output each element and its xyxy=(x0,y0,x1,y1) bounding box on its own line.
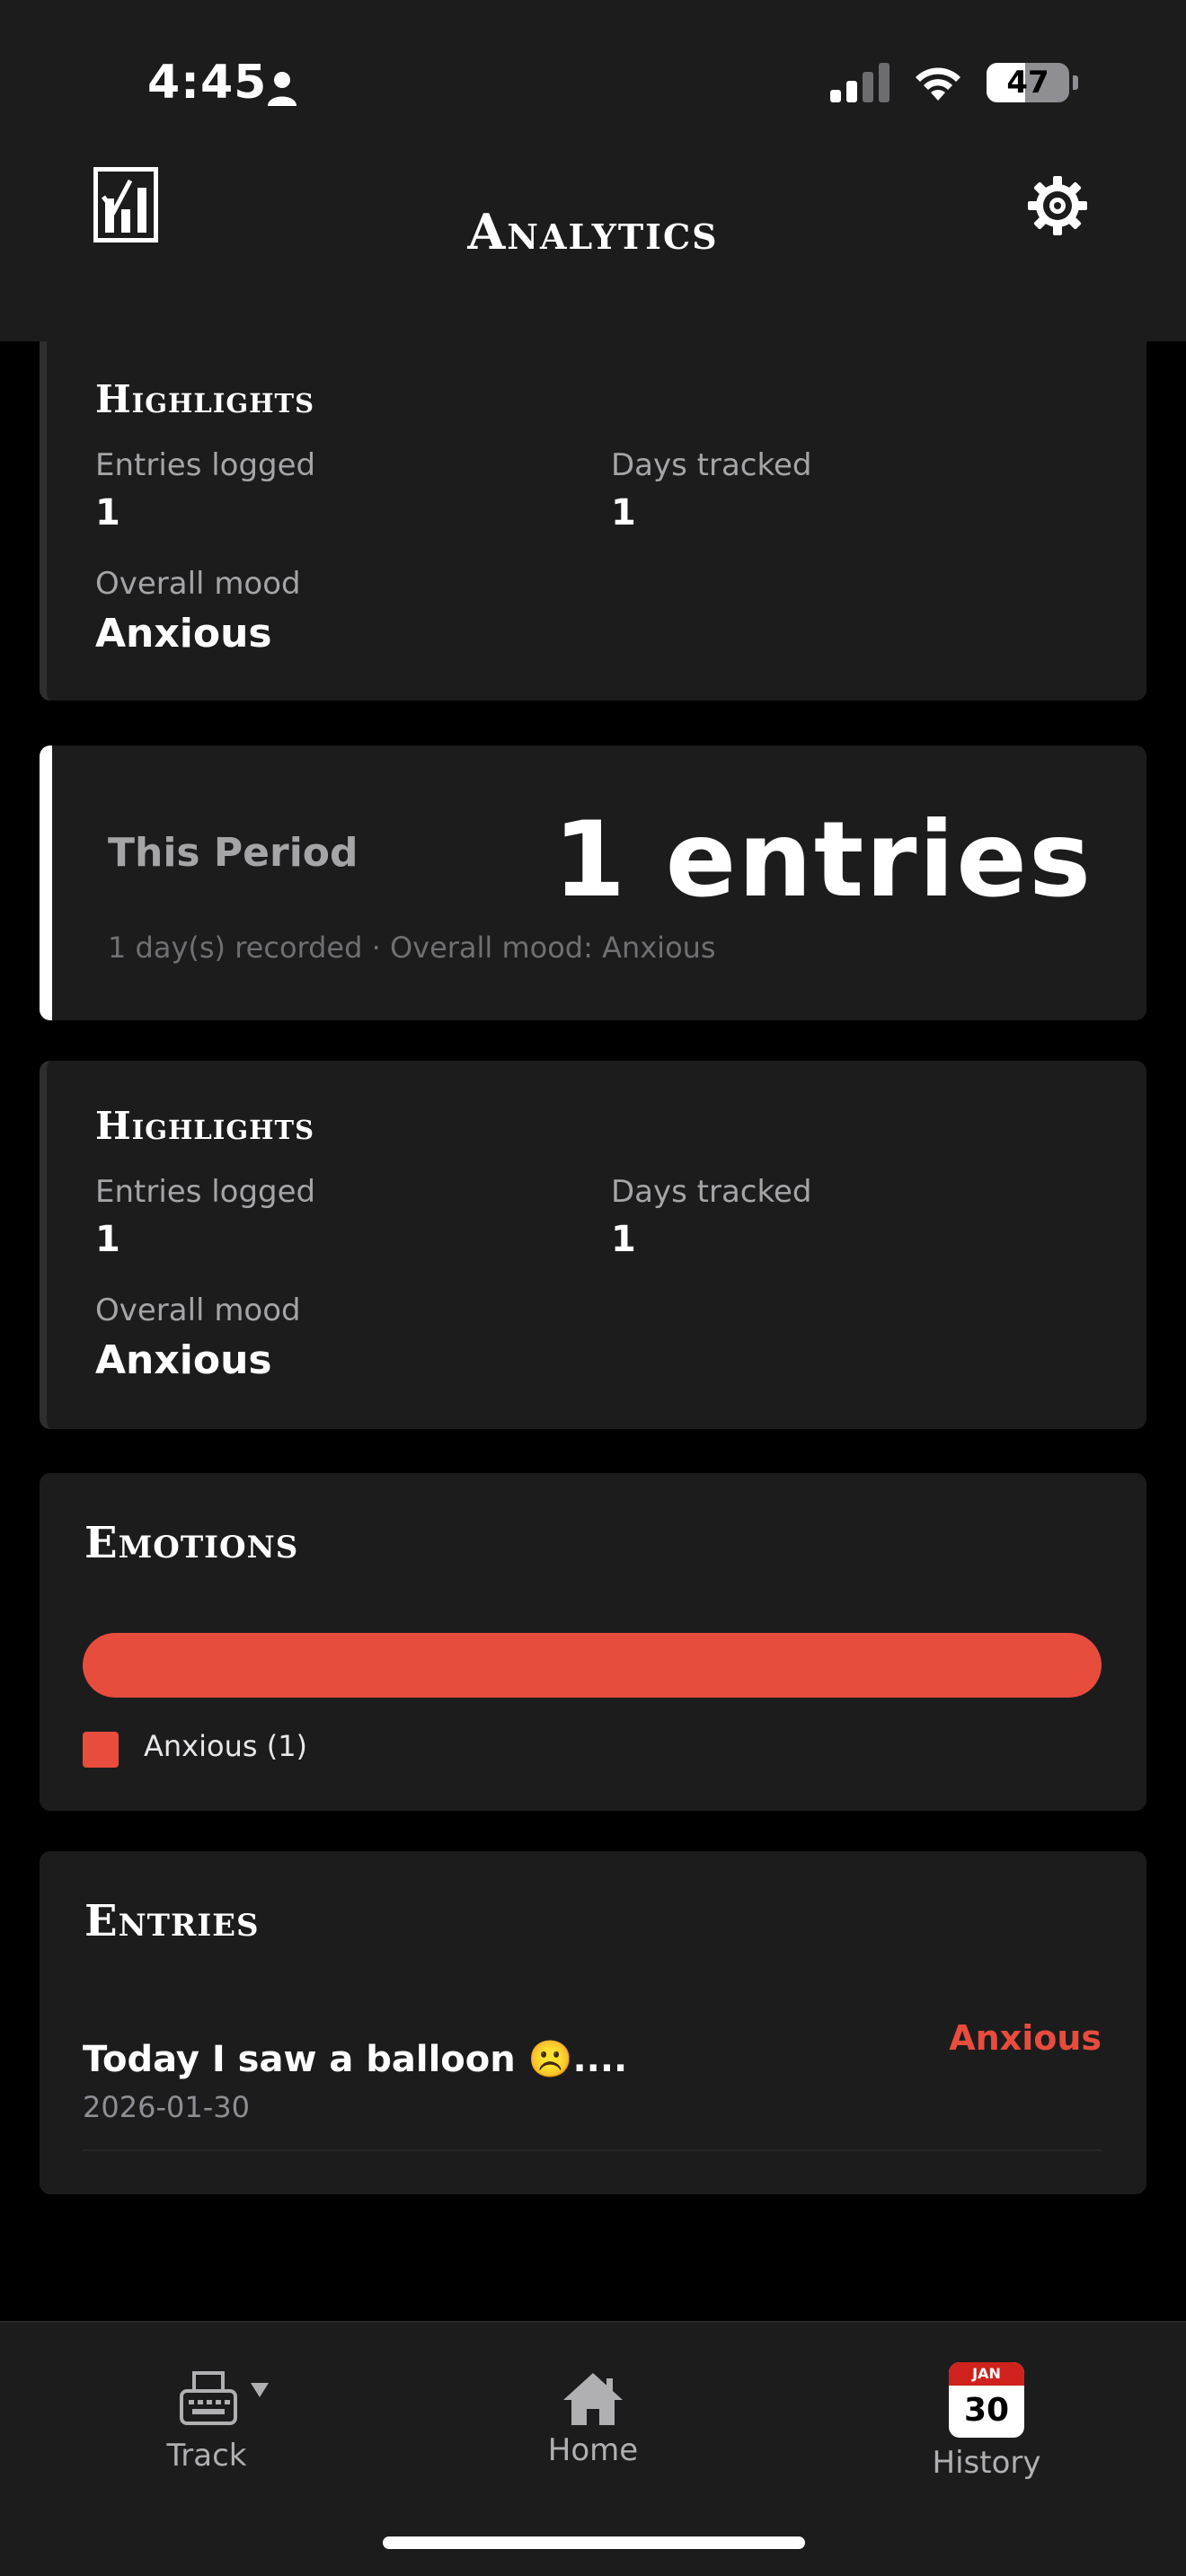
days-tracked-value: 1 xyxy=(611,492,636,534)
overall-mood-value: Anxious xyxy=(95,611,272,657)
entries-logged-value: 1 xyxy=(95,492,120,534)
overall-mood-value: Anxious xyxy=(95,1337,272,1383)
emotion-bar-anxious[interactable] xyxy=(83,1633,1102,1698)
days-tracked-label: Days tracked xyxy=(611,447,812,483)
page-title: Analytics xyxy=(467,203,719,260)
calendar-month: JAN xyxy=(949,2362,1024,2386)
entry-title: Today I saw a balloon ☹️.... xyxy=(83,2039,628,2080)
highlights-title: Highlights xyxy=(95,377,315,421)
overall-mood-label: Overall mood xyxy=(95,1292,301,1328)
highlights-card-top: Highlights Entries logged 1 Days tracked… xyxy=(40,305,1146,701)
battery-icon: 47 xyxy=(987,63,1069,102)
top-bar: 4:45 47 Analytics xyxy=(0,0,1186,341)
entries-card: Entries Today I saw a balloon ☹️.... 202… xyxy=(40,1851,1146,2194)
legend-swatch-anxious xyxy=(83,1732,119,1768)
legend-label-anxious: Anxious (1) xyxy=(144,1729,308,1763)
battery-cap xyxy=(1073,75,1078,90)
wifi-icon xyxy=(916,67,960,101)
status-indicators: 47 xyxy=(830,63,1078,102)
entries-logged-label: Entries logged xyxy=(95,1174,316,1210)
overall-mood-label: Overall mood xyxy=(95,566,301,602)
entry-mood: Anxious xyxy=(949,2018,1102,2058)
period-label: This Period xyxy=(108,830,358,876)
gear-icon[interactable] xyxy=(1024,172,1091,239)
tab-history[interactable]: JAN 30 History xyxy=(915,2362,1058,2481)
chevron-down-icon[interactable] xyxy=(250,2382,270,2398)
days-tracked-value: 1 xyxy=(611,1219,636,1260)
person-icon xyxy=(268,72,296,106)
entries-logged-label: Entries logged xyxy=(95,447,316,483)
days-tracked-label: Days tracked xyxy=(611,1174,812,1210)
tab-history-label: History xyxy=(932,2445,1041,2481)
typewriter-icon xyxy=(180,2371,237,2425)
period-card: This Period 1 entries 1 day(s) recorded … xyxy=(40,745,1146,1020)
period-subtitle: 1 day(s) recorded · Overall mood: Anxiou… xyxy=(108,931,716,965)
emotions-card: Emotions Anxious (1) xyxy=(40,1473,1146,1811)
entries-logged-value: 1 xyxy=(95,1219,120,1260)
battery-level: 47 xyxy=(1006,65,1049,101)
home-icon xyxy=(563,2373,623,2425)
calendar-icon: JAN 30 xyxy=(949,2362,1024,2438)
status-time: 4:45 xyxy=(147,56,268,110)
home-indicator[interactable] xyxy=(383,2536,805,2549)
period-entry-count: 1 entries xyxy=(553,799,1093,921)
tab-home-label: Home xyxy=(547,2432,639,2468)
entry-date: 2026-01-30 xyxy=(83,2090,250,2124)
highlights-card: Highlights Entries logged 1 Days tracked… xyxy=(40,1061,1146,1429)
emotions-title: Emotions xyxy=(84,1518,299,1568)
entry-divider xyxy=(83,2149,1102,2151)
entries-title: Entries xyxy=(84,1896,260,1946)
calendar-day: 30 xyxy=(963,2392,1010,2429)
highlights-title: Highlights xyxy=(95,1104,315,1148)
tab-track-label: Track xyxy=(166,2438,247,2474)
signal-icon xyxy=(830,63,890,102)
tab-home[interactable]: Home xyxy=(521,2371,665,2468)
tab-track[interactable]: Track xyxy=(153,2371,296,2474)
